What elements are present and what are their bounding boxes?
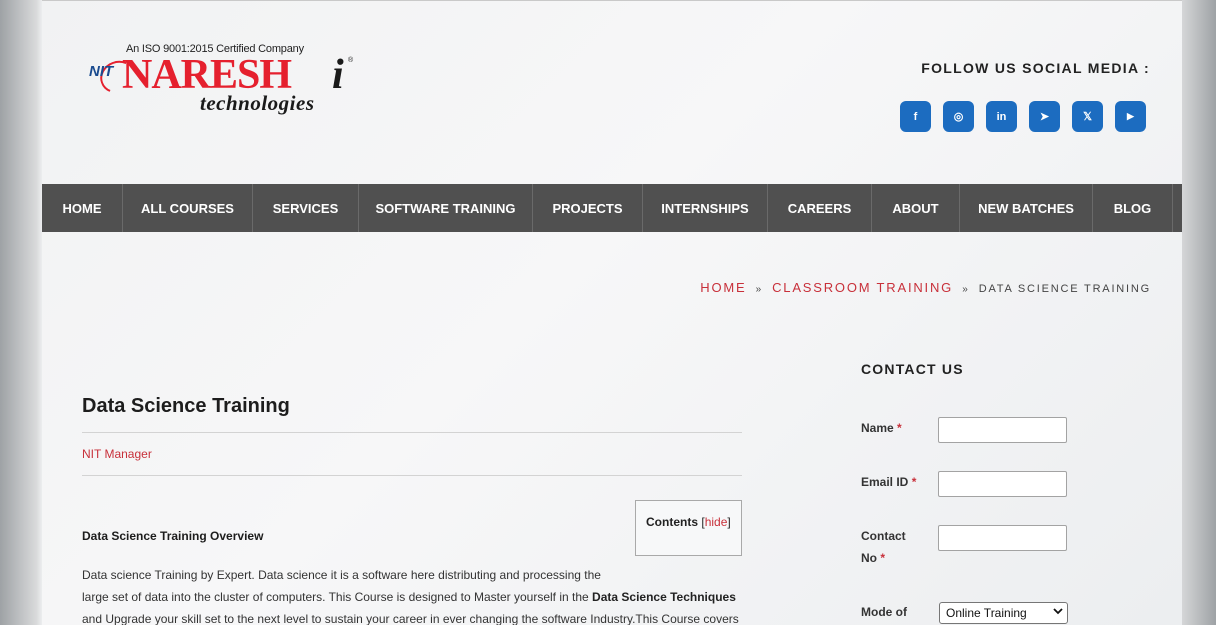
toc-label: Contents: [646, 515, 698, 529]
overview-heading: Data Science Training Overview: [82, 529, 264, 543]
mode-select[interactable]: Online Training: [939, 602, 1068, 624]
telegram-glyph: ➤: [1039, 111, 1050, 123]
author-link[interactable]: NIT Manager: [82, 447, 152, 461]
nav-item-all-courses[interactable]: ALL COURSES: [123, 184, 253, 232]
page-title: Data Science Training: [82, 395, 290, 417]
nav-item-home[interactable]: HOME: [42, 184, 123, 232]
name-label: Name *: [861, 417, 902, 439]
mode-label: Mode of: [861, 605, 907, 619]
contact-label-line2: No *: [861, 547, 906, 569]
follow-us-label: FOLLOW US SOCIAL MEDIA :: [921, 60, 1150, 76]
youtube-glyph: ▶: [1127, 111, 1134, 121]
breadcrumb-separator: »: [755, 284, 763, 295]
divider: [82, 432, 742, 433]
email-input[interactable]: [938, 471, 1067, 497]
site-header: An ISO 9001:2015 Certified Company NIT N…: [42, 1, 1182, 184]
overview-paragraph: Data science Training by Expert. Data sc…: [82, 564, 742, 625]
email-label-text: Email ID: [861, 475, 909, 489]
breadcrumb-current: DATA SCIENCE TRAINING: [978, 283, 1151, 295]
email-label: Email ID *: [861, 471, 916, 493]
name-label-text: Name: [861, 421, 894, 435]
nav-item-blog[interactable]: BLOG: [1093, 184, 1173, 232]
logo-i: i: [332, 52, 344, 98]
facebook-icon[interactable]: f: [900, 101, 931, 132]
site-logo[interactable]: An ISO 9001:2015 Certified Company NIT N…: [86, 43, 366, 117]
nav-item-software-training[interactable]: SOFTWARE TRAINING: [359, 184, 533, 232]
telegram-icon[interactable]: ➤: [1029, 101, 1060, 132]
name-input[interactable]: [938, 417, 1067, 443]
instagram-icon[interactable]: ◎: [943, 101, 974, 132]
paragraph-line: and Upgrade your skill set to the next l…: [82, 612, 739, 625]
logo-registered-mark: ®: [348, 57, 354, 64]
youtube-icon[interactable]: ▶: [1115, 101, 1146, 132]
breadcrumb-category[interactable]: CLASSROOM TRAINING: [772, 280, 953, 295]
social-links: f ◎ in ➤ 𝕏 ▶: [900, 101, 1146, 132]
toc-bracket-close: ]: [727, 515, 731, 529]
breadcrumb-home[interactable]: HOME: [700, 280, 746, 295]
required-mark: *: [880, 551, 886, 565]
nav-item-new-batches[interactable]: NEW BATCHES: [960, 184, 1093, 232]
paragraph-line: large set of data into the cluster of co…: [82, 586, 742, 608]
x-twitter-icon[interactable]: 𝕏: [1072, 101, 1103, 132]
logo-tagline: technologies: [200, 91, 315, 115]
breadcrumb-separator: »: [962, 284, 970, 295]
logo-nit: NIT: [89, 63, 114, 80]
paragraph-text: large set of data into the cluster of co…: [82, 590, 593, 604]
main-nav: HOME ALL COURSES SERVICES SOFTWARE TRAIN…: [42, 184, 1182, 232]
mode-selected-value: Online Training: [946, 606, 1027, 620]
contact-title: CONTACT US: [861, 361, 964, 377]
x-glyph: 𝕏: [1083, 111, 1092, 123]
contact-label: Contact No *: [861, 525, 906, 569]
page: An ISO 9001:2015 Certified Company NIT N…: [42, 0, 1182, 625]
nav-item-internships[interactable]: INTERNSHIPS: [643, 184, 768, 232]
required-mark: *: [911, 475, 917, 489]
contact-label-line1: Contact: [861, 529, 906, 543]
nav-item-careers[interactable]: CAREERS: [768, 184, 872, 232]
contact-label-no: No: [861, 551, 877, 565]
linkedin-glyph: in: [996, 110, 1007, 123]
facebook-glyph: f: [913, 110, 918, 123]
paragraph-bold-text: Data Science Techniques: [592, 590, 736, 604]
nav-item-services[interactable]: SERVICES: [253, 184, 359, 232]
divider: [82, 475, 742, 476]
nav-item-about[interactable]: ABOUT: [872, 184, 960, 232]
breadcrumb: HOME » CLASSROOM TRAINING » DATA SCIENCE…: [700, 280, 1151, 295]
linkedin-icon[interactable]: in: [986, 101, 1017, 132]
toc-hide-link[interactable]: hide: [705, 515, 728, 529]
chevron-down-icon: [1053, 606, 1063, 619]
required-mark: *: [897, 421, 902, 435]
nav-item-projects[interactable]: PROJECTS: [533, 184, 643, 232]
contact-number-input[interactable]: [938, 525, 1067, 551]
paragraph-line: Data science Training by Expert. Data sc…: [82, 568, 601, 582]
table-of-contents: Contents [hide]: [635, 500, 742, 556]
instagram-glyph: ◎: [953, 111, 964, 123]
